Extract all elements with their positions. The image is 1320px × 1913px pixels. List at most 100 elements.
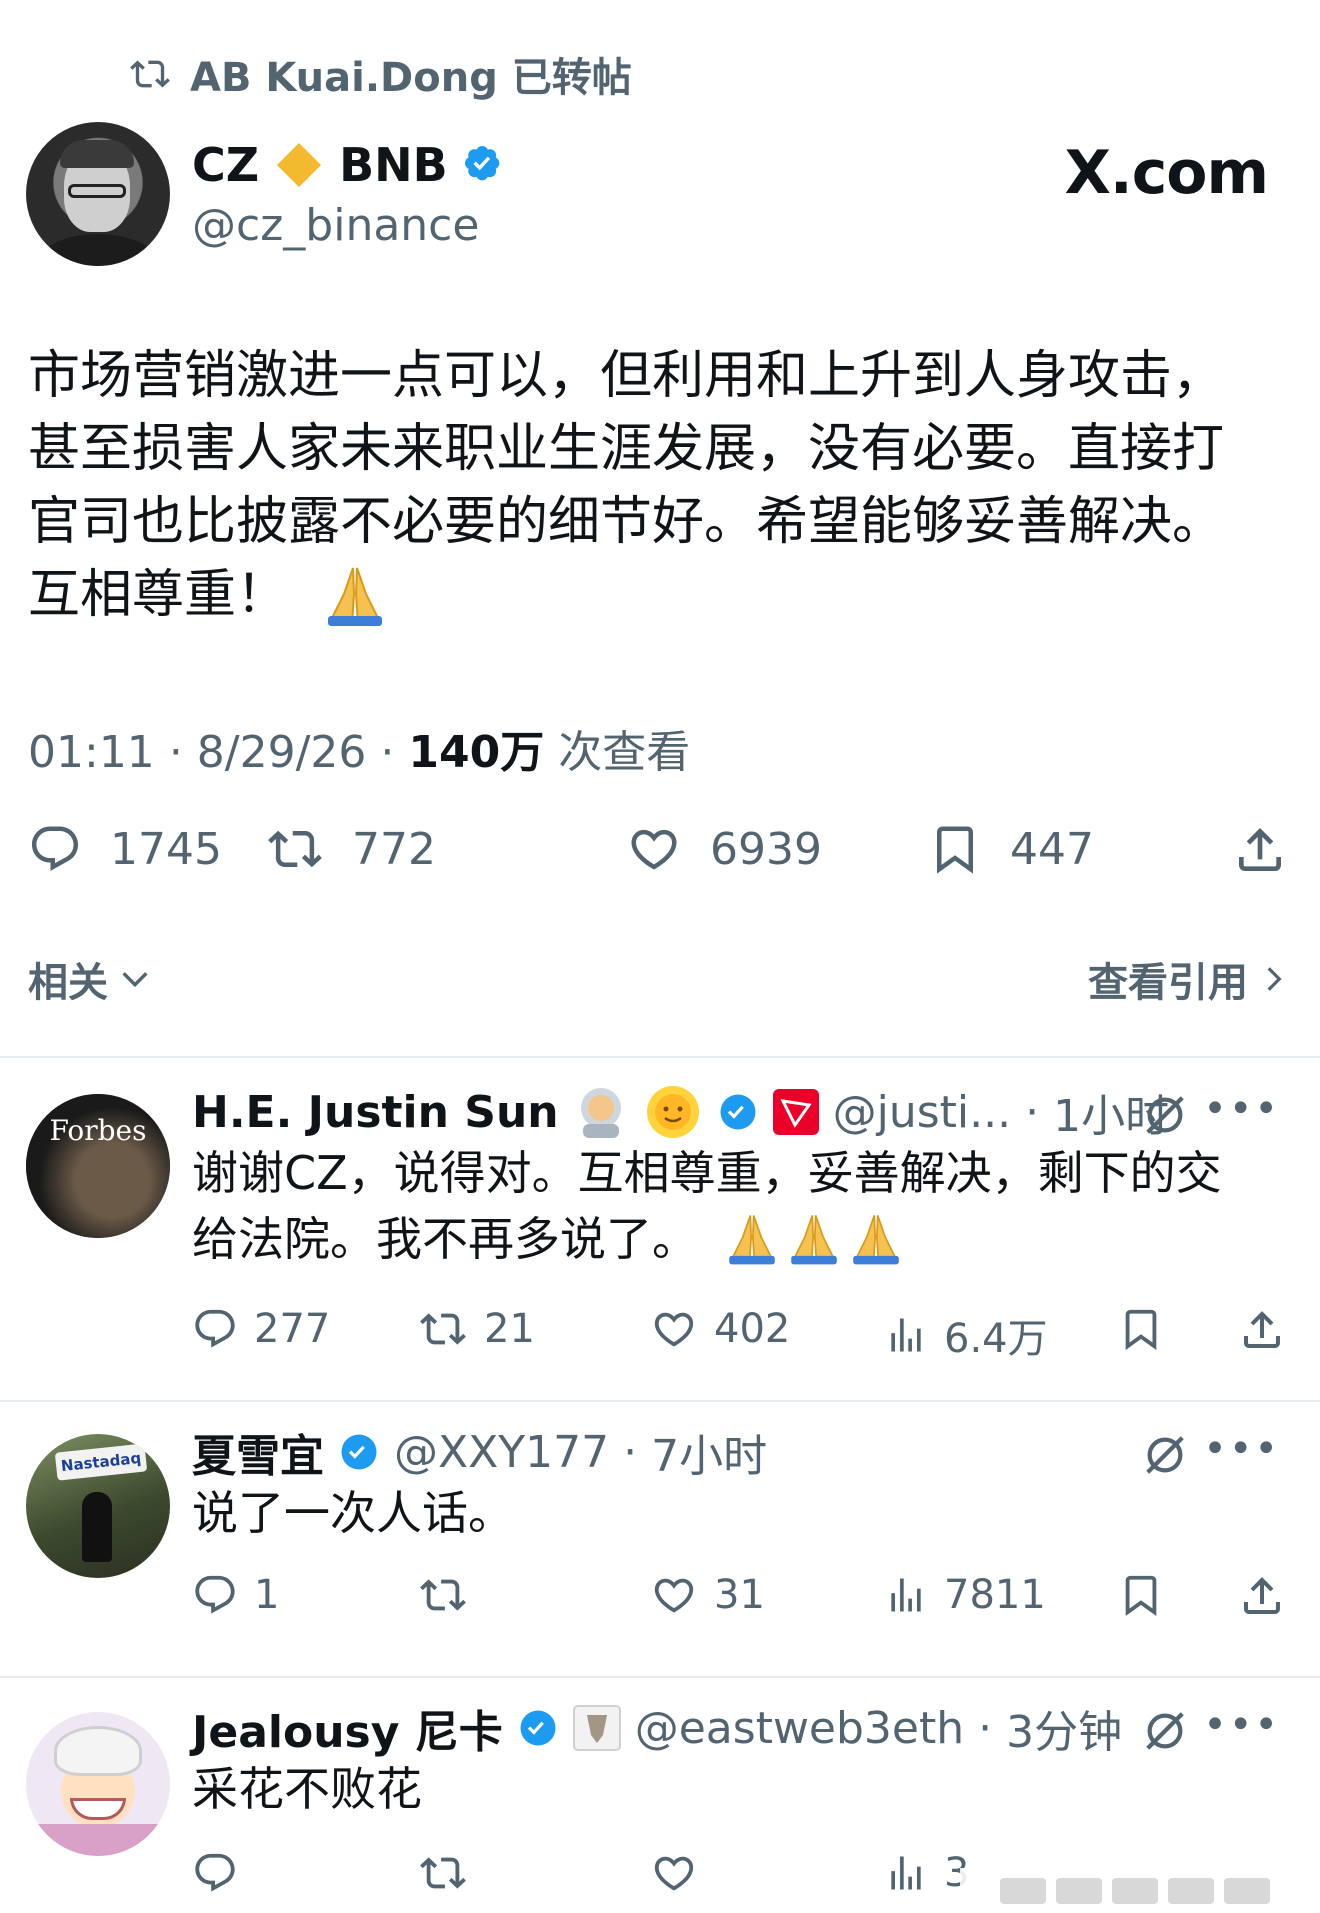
view-count: 6.4万 [944, 1316, 1048, 1362]
reply-count: 277 [254, 1306, 331, 1352]
reply-icon [192, 1572, 238, 1618]
reply-author-name[interactable]: Jealousy 尼卡 [192, 1696, 503, 1760]
verified-badge-icon [338, 1431, 380, 1473]
like-icon [650, 1306, 698, 1352]
reply-time[interactable]: 3分钟 [1006, 1696, 1122, 1760]
folded-hands-icon [322, 564, 388, 628]
reply-text-line: 说了一次人话。 [192, 1486, 514, 1540]
repost-button[interactable]: 21 [418, 1306, 535, 1352]
reply-text-line: 给法院。我不再多说了。 [192, 1212, 698, 1266]
bookmark-count: 447 [1010, 823, 1094, 875]
repost-header[interactable]: AB Kuai.Dong 已转帖 [128, 48, 632, 101]
bnb-diamond-icon [273, 139, 325, 191]
reply-text-line: 谢谢CZ，说得对。互相尊重，妥善解决，剩下的交 [192, 1146, 1222, 1200]
like-button[interactable]: 6939 [626, 822, 822, 876]
tweet-time[interactable]: 01:11 [28, 727, 155, 778]
reply-handle[interactable]: @XXY177 [394, 1427, 609, 1478]
view-count: 140万 [408, 727, 545, 778]
chevron-right-icon [1258, 963, 1290, 995]
like-button[interactable] [650, 1850, 698, 1896]
nasdaq-sign: Nastadaq [54, 1443, 148, 1481]
tweet-text: 市场营销激进一点可以，但利用和上升到人身攻击， 甚至损害人家未来职业生涯发展，没… [28, 340, 1298, 632]
analytics-icon [884, 1851, 928, 1895]
repost-icon [418, 1572, 468, 1618]
tweet-text-line: 市场营销激进一点可以，但利用和上升到人身攻击， [28, 346, 1225, 406]
like-icon [650, 1572, 698, 1618]
views-button[interactable]: 3 [884, 1850, 969, 1896]
view-count-label: 次查看 [558, 727, 691, 778]
repost-button[interactable]: 772 [266, 822, 436, 876]
author-suffix[interactable]: BNB [339, 138, 448, 192]
reply-actions: 1 31 7811 [192, 1572, 1292, 1628]
tweet-date[interactable]: 8/29/26 [197, 727, 367, 778]
more-options-icon[interactable]: ••• [1203, 1426, 1280, 1472]
reply-icon [192, 1850, 238, 1896]
avatar-body-shape [38, 234, 158, 266]
reply-text: 说了一次人话。 [192, 1480, 1272, 1546]
like-button[interactable]: 402 [650, 1306, 790, 1352]
sun-emoji-icon [643, 1082, 703, 1142]
like-count: 6939 [710, 823, 822, 875]
views-button[interactable]: 6.4万 [884, 1306, 1048, 1364]
reply-author-name[interactable]: H.E. Justin Sun [192, 1087, 559, 1138]
repost-text: AB Kuai.Dong 已转帖 [190, 55, 632, 101]
view-count: 7811 [944, 1572, 1046, 1618]
watermark-segment [1056, 1877, 1102, 1904]
more-options-icon[interactable]: ••• [1203, 1086, 1280, 1132]
reply-avatar[interactable]: Forbes [26, 1094, 170, 1238]
reply-button[interactable]: 1 [192, 1572, 279, 1618]
share-button[interactable] [1238, 1306, 1286, 1354]
reply-item[interactable]: Forbes H.E. Justin Sun @justi... · 1小时 •… [0, 1058, 1320, 1398]
views-button[interactable]: 7811 [884, 1572, 1046, 1618]
share-button[interactable] [1238, 1572, 1286, 1620]
reply-handle[interactable]: @justi... [833, 1087, 1011, 1138]
share-button[interactable] [1232, 822, 1288, 878]
grok-icon[interactable] [1142, 1708, 1188, 1754]
repost-button[interactable] [418, 1850, 468, 1896]
view-quotes-link[interactable]: 查看引用 [1088, 950, 1290, 1008]
author-handle[interactable]: @cz_binance [192, 200, 506, 251]
tron-logo-icon [772, 1089, 819, 1135]
author-avatar[interactable] [26, 122, 170, 266]
reply-button[interactable] [192, 1850, 238, 1896]
reply-author-name[interactable]: 夏雪宜 [192, 1420, 324, 1484]
related-row: 相关 查看引用 [28, 950, 1290, 1008]
avatar-glasses-shape [68, 184, 126, 198]
analytics-icon [884, 1573, 928, 1617]
reply-handle[interactable]: @eastweb3eth [635, 1703, 964, 1754]
reply-actions: 277 21 402 6.4万 [192, 1306, 1292, 1362]
reply-header: H.E. Justin Sun @justi... · 1小时 [192, 1082, 1169, 1142]
like-button[interactable]: 31 [650, 1572, 765, 1618]
tweet-text-line: 互相尊重！ [28, 565, 289, 625]
reply-button[interactable]: 1745 [28, 822, 222, 876]
grok-icon[interactable] [1142, 1432, 1188, 1478]
watermark-segment [1000, 1877, 1046, 1904]
like-count: 31 [714, 1572, 765, 1618]
tweet-actions: 1745 772 6939 447 [28, 822, 1290, 888]
reply-header: Jealousy 尼卡 @eastweb3eth · 3分钟 [192, 1696, 1122, 1760]
reply-avatar[interactable] [26, 1712, 170, 1856]
author-name[interactable]: CZ [192, 138, 259, 192]
related-dropdown[interactable]: 相关 [28, 950, 152, 1008]
reply-avatar[interactable]: Nastadaq [26, 1434, 170, 1578]
watermark-segment [1112, 1877, 1158, 1904]
reply-item[interactable]: Nastadaq 夏雪宜 @XXY177 · 7小时 ••• 说了一次人话。 1… [0, 1402, 1320, 1672]
avatar-hair-shape [60, 140, 134, 168]
verified-badge-icon [717, 1091, 759, 1133]
reply-time[interactable]: 7小时 [651, 1420, 767, 1484]
repost-count: 772 [352, 823, 436, 875]
like-icon [650, 1850, 698, 1896]
author-block: CZ BNB @cz_binance [192, 132, 506, 251]
bookmark-button[interactable]: 447 [928, 822, 1094, 876]
tweet-text-line: 官司也比披露不必要的细节好。希望能够妥善解决。 [28, 492, 1225, 552]
reply-icon [192, 1306, 238, 1352]
more-options-icon[interactable]: ••• [1203, 1702, 1280, 1748]
bookmark-button[interactable] [1118, 1306, 1164, 1352]
forbes-logo: Forbes [49, 1114, 147, 1147]
bookmark-button[interactable] [1118, 1572, 1164, 1618]
reply-icon [28, 822, 82, 876]
reply-button[interactable]: 277 [192, 1306, 330, 1352]
repost-icon [266, 822, 324, 876]
grok-icon[interactable] [1142, 1092, 1188, 1138]
repost-button[interactable] [418, 1572, 484, 1618]
